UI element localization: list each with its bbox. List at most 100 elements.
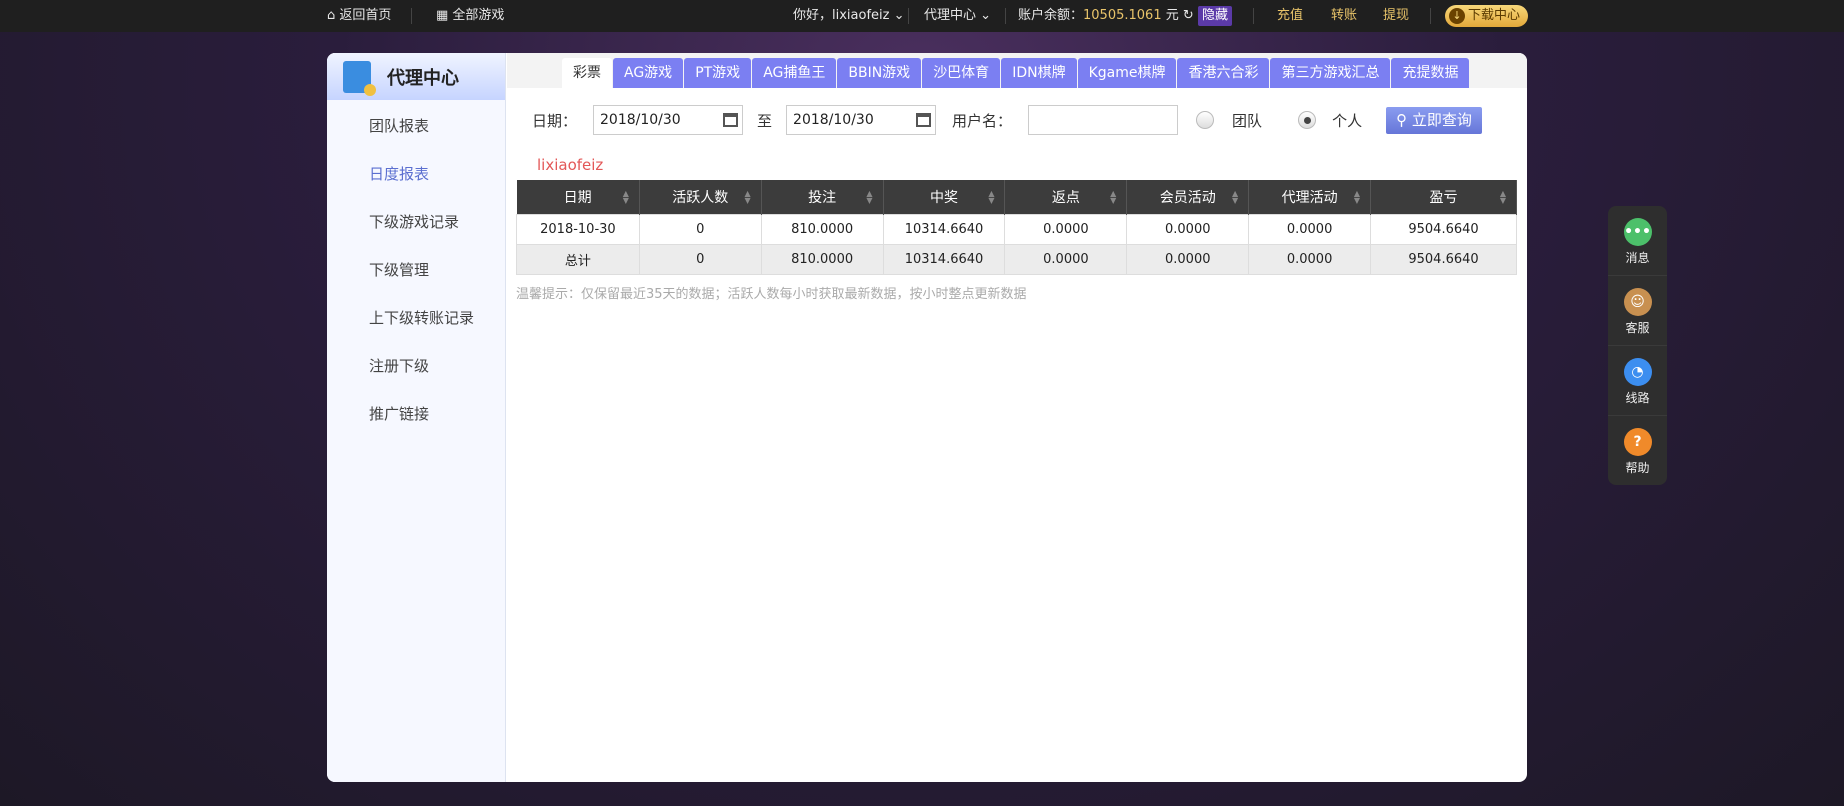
sort-icon[interactable]: ▲ ▼ [1232, 190, 1238, 205]
recharge-link[interactable]: 充值 [1277, 0, 1303, 32]
date-from-value: 2018/10/30 [600, 112, 681, 128]
all-games-link[interactable]: ▦ 全部游戏 [436, 0, 504, 32]
all-games-label: 全部游戏 [452, 8, 505, 23]
column-header[interactable]: 日期 ▲ ▼ [516, 180, 640, 214]
team-label: 团队 [1232, 111, 1263, 130]
table-cell: 0.0000 [1004, 213, 1128, 245]
tab-5[interactable]: 沙巴体育 [922, 58, 1001, 88]
sort-icon[interactable]: ▲ ▼ [623, 190, 629, 205]
top-bar: ⌂ 返回首页 ▦ 全部游戏 你好，lixiaofeiz ⌄ 代理中心 ⌄ 账户余… [0, 0, 1844, 32]
help-icon: ? [1623, 428, 1652, 456]
column-header[interactable]: 代理活动 ▲ ▼ [1248, 180, 1372, 214]
tab-6[interactable]: IDN棋牌 [1001, 58, 1077, 88]
table-cell: 0.0000 [1248, 243, 1372, 275]
float-item-label: 消息 [1625, 251, 1650, 265]
table-cell: 2018-10-30 [516, 213, 640, 245]
sidebar-item-team-report[interactable]: 团队报表 [327, 102, 505, 150]
tab-3[interactable]: AG捕鱼王 [752, 58, 837, 88]
calendar-icon[interactable] [723, 113, 739, 127]
float-item-support[interactable]: ☺ 客服 [1608, 276, 1667, 346]
tab-8[interactable]: 香港六合彩 [1177, 58, 1270, 88]
tab-4[interactable]: BBIN游戏 [837, 58, 922, 88]
divider [411, 8, 412, 24]
table-cell: 0.0000 [1126, 243, 1250, 275]
column-header[interactable]: 投注 ▲ ▼ [761, 180, 884, 214]
float-item-label: 帮助 [1625, 461, 1650, 475]
sidebar-item-promo-link[interactable]: 推广链接 [327, 390, 505, 438]
agent-center-label: 代理中心 [924, 8, 977, 23]
table-cell: 10314.6640 [882, 213, 1006, 245]
column-header[interactable]: 盈亏 ▲ ▼ [1370, 180, 1517, 214]
greeting: 你好，lixiaofeiz [793, 8, 890, 23]
agent-center-menu[interactable]: 代理中心 ⌄ [924, 0, 991, 32]
balance-value: 10505.1061 [1083, 8, 1162, 23]
refresh-icon[interactable]: ↻ [1183, 8, 1194, 23]
tab-1[interactable]: AG游戏 [613, 58, 684, 88]
divider [1253, 8, 1254, 24]
tab-10[interactable]: 充提数据 [1391, 58, 1470, 88]
sort-icon[interactable]: ▲ ▼ [1110, 190, 1116, 205]
personal-radio[interactable] [1298, 111, 1317, 129]
table-cell: 810.0000 [760, 243, 884, 275]
float-item-help[interactable]: ? 帮助 [1608, 416, 1667, 486]
date-to-value: 2018/10/30 [793, 112, 874, 128]
float-item-label: 线路 [1625, 391, 1650, 405]
float-item-gauge[interactable]: ◔ 线路 [1608, 346, 1667, 416]
query-button[interactable]: ⚲ 立即查询 [1386, 106, 1482, 134]
home-link[interactable]: ⌂ 返回首页 [327, 0, 391, 32]
download-label: 下载中心 [1468, 8, 1521, 23]
tab-2[interactable]: PT游戏 [684, 58, 752, 88]
calendar-icon[interactable] [916, 113, 932, 127]
tab-bar: 彩票 AG游戏 PT游戏 AG捕鱼王 BBIN游戏 沙巴体育 IDN棋牌 Kgame棋牌 香港六… [507, 53, 1527, 88]
username-input[interactable] [1028, 105, 1179, 135]
table-cell: 0 [638, 243, 762, 275]
sidebar-item-transfer-records[interactable]: 上下级转账记录 [327, 294, 505, 342]
filter-form: 日期： 2018/10/30 至 2018/10/30 用户名： 团队 个人 ⚲… [532, 105, 1482, 135]
sort-icon[interactable]: ▲ ▼ [745, 190, 751, 205]
divider [908, 8, 909, 24]
download-center-button[interactable]: ↓ 下载中心 [1445, 5, 1529, 27]
tab-0[interactable]: 彩票 [562, 58, 612, 88]
total-row: 总计 0 810.0000 10314.6640 0.0000 0.0000 0.0000 9… [516, 243, 1517, 275]
table-cell: 0 [638, 213, 762, 245]
table-cell: 810.0000 [760, 213, 884, 245]
column-header-label: 盈亏 [1429, 189, 1458, 206]
table-cell: 0.0000 [1004, 243, 1128, 275]
transfer-link[interactable]: 转账 [1331, 0, 1357, 32]
sidebar-title: 代理中心 [387, 67, 459, 89]
balance: 账户余额：10505.1061 元 ↻ 隐藏 [1018, 0, 1232, 32]
column-header[interactable]: 返点 ▲ ▼ [1004, 180, 1128, 214]
currency: 元 [1165, 8, 1179, 23]
hide-balance-button[interactable]: 隐藏 [1197, 6, 1232, 26]
sort-icon[interactable]: ▲ ▼ [1500, 190, 1506, 205]
balance-label: 账户余额： [1018, 8, 1084, 23]
column-header-label: 会员活动 [1159, 189, 1216, 206]
personal-label: 个人 [1332, 111, 1363, 130]
sidebar-item-sub-game-records[interactable]: 下级游戏记录 [327, 198, 505, 246]
query-label: 立即查询 [1411, 110, 1472, 129]
sidebar-item-register-sub[interactable]: 注册下级 [327, 342, 505, 390]
table-cell: 0.0000 [1248, 213, 1372, 245]
column-header[interactable]: 中奖 ▲ ▼ [883, 180, 1006, 214]
column-header-label: 日期 [563, 189, 592, 206]
sidebar-item-sub-management[interactable]: 下级管理 [327, 246, 505, 294]
withdraw-link[interactable]: 提现 [1383, 0, 1409, 32]
date-to-input[interactable]: 2018/10/30 [786, 105, 937, 135]
table-cell: 9504.6640 [1370, 243, 1517, 275]
sidebar-header: 代理中心 [327, 53, 505, 100]
sidebar-item-daily-report[interactable]: 日度报表 [327, 150, 505, 198]
column-header[interactable]: 会员活动 ▲ ▼ [1126, 180, 1250, 214]
tab-9[interactable]: 第三方游戏汇总 [1270, 58, 1391, 88]
column-header[interactable]: 活跃人数 ▲ ▼ [639, 180, 762, 214]
agent-panel: 代理中心 团队报表 日度报表 下级游戏记录 下级管理 上下级转账记录 注册下级 … [327, 53, 1527, 782]
sort-icon[interactable]: ▲ ▼ [866, 190, 872, 205]
chevron-down-icon: ⌄ [980, 8, 992, 23]
sort-icon[interactable]: ▲ ▼ [988, 190, 994, 205]
user-menu[interactable]: 你好，lixiaofeiz ⌄ [793, 0, 905, 32]
float-item-chat[interactable]: ••• 消息 [1608, 206, 1667, 276]
sort-icon[interactable]: ▲ ▼ [1354, 190, 1360, 205]
date-from-input[interactable]: 2018/10/30 [593, 105, 744, 135]
tab-7[interactable]: Kgame棋牌 [1077, 58, 1177, 88]
chevron-down-icon: ⌄ [893, 8, 905, 23]
team-radio[interactable] [1196, 111, 1215, 129]
